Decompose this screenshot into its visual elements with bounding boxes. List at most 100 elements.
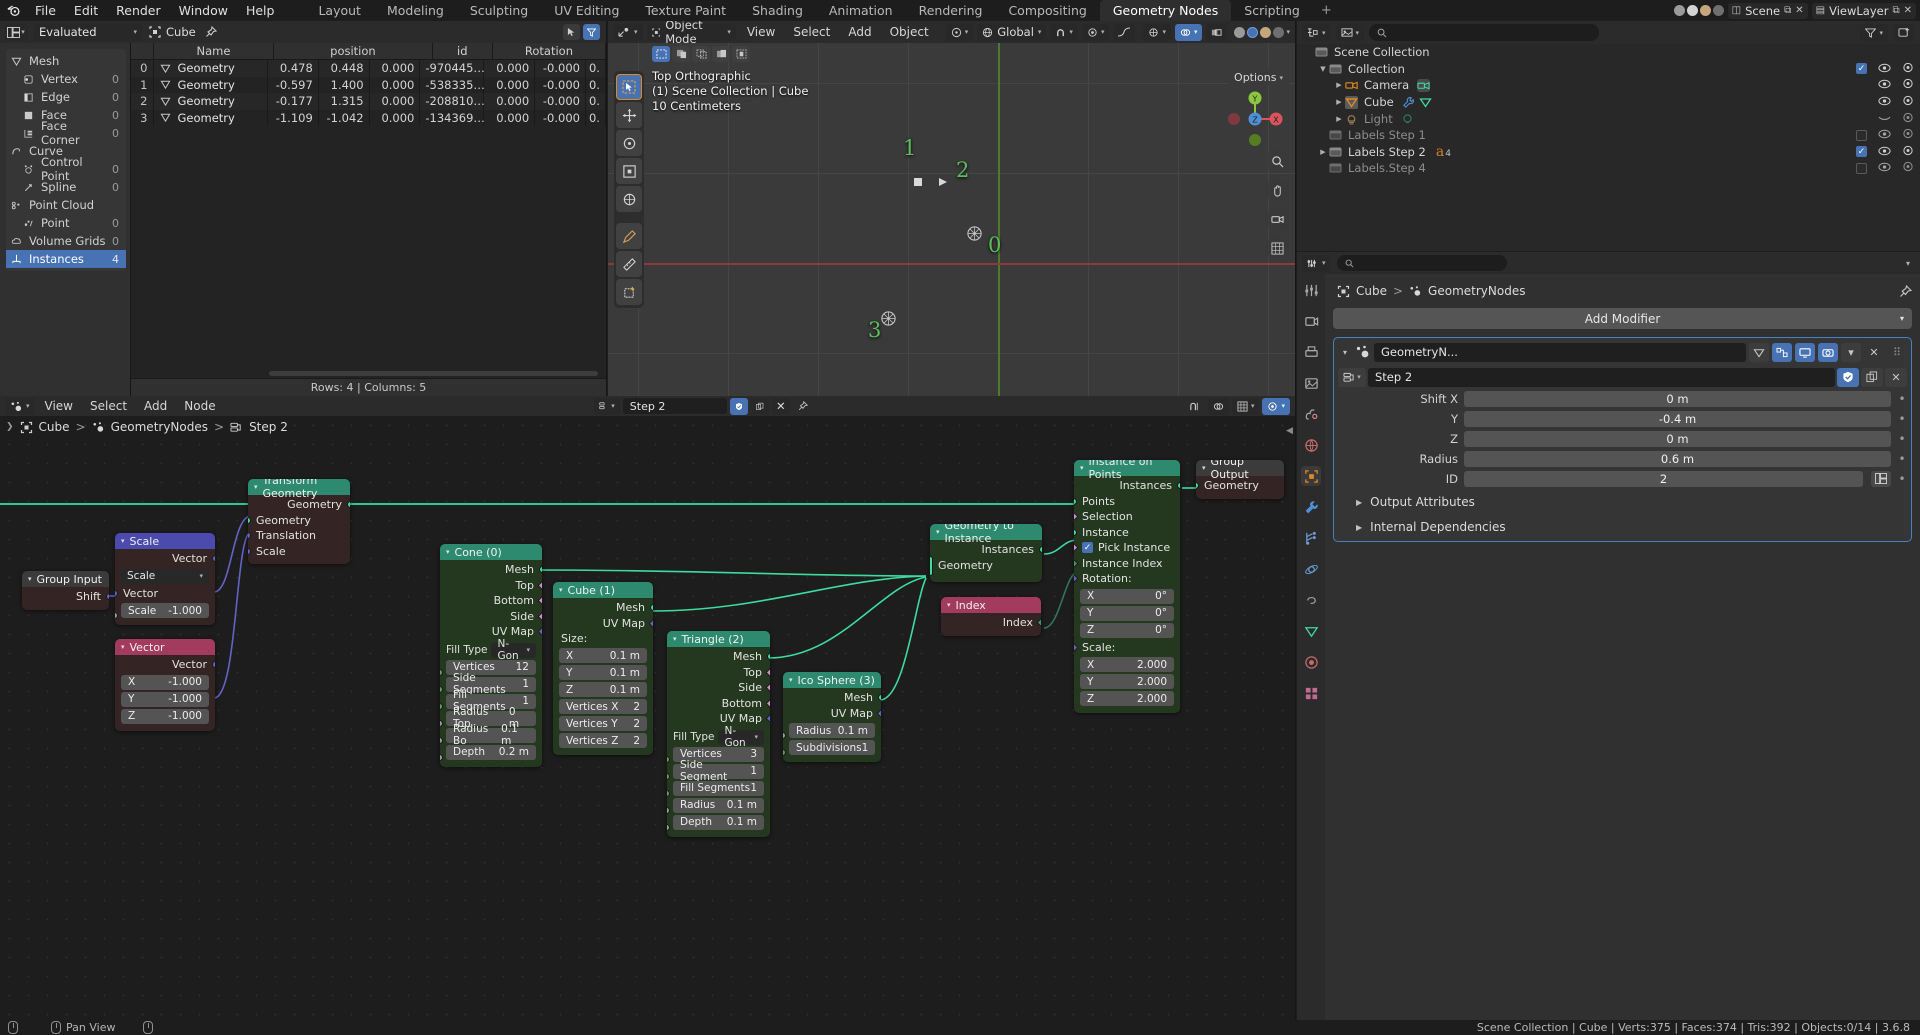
node-triangle[interactable]: ▾ Triangle (2) Mesh Top Side Bottom UV M… <box>667 631 770 837</box>
proportional-edit-icon[interactable]: ▾ <box>1081 23 1110 41</box>
node-input-pick-instance[interactable]: ✓ Pick Instance <box>1074 540 1180 556</box>
outliner-row-labels-step-2[interactable]: ▶ Labels Step 2 a 4 ✓ <box>1297 144 1920 161</box>
socket-instances[interactable] <box>1177 482 1180 489</box>
blender-logo-icon[interactable] <box>0 3 26 18</box>
render-engine-toggles[interactable] <box>1673 5 1724 16</box>
new-scene-icon[interactable]: ⧉ <box>1784 5 1791 16</box>
shading-rendered-icon[interactable] <box>1273 26 1285 38</box>
socket-uvmap[interactable] <box>537 626 542 637</box>
pin-icon[interactable] <box>1899 284 1912 298</box>
select-extend-icon[interactable] <box>672 46 690 62</box>
node-group-browse-icon[interactable]: ▾ <box>593 397 620 415</box>
node-menu-add[interactable]: Add <box>137 399 174 413</box>
node-group-browse-icon[interactable]: ▾ <box>1338 367 1366 387</box>
transform-orientation-dropdown[interactable]: Global ▾ <box>977 23 1047 41</box>
node-snapping-dropdown[interactable]: ▾ <box>1231 397 1260 415</box>
socket-fill-segments[interactable] <box>440 702 443 710</box>
table-row[interactable]: 1 Geometry -0.597 1.400 0.000 -538335… 0… <box>131 76 606 93</box>
node-ico-sphere[interactable]: ▾ Ico Sphere (3) Mesh UV Map Radius 0.1 m… <box>783 672 881 762</box>
section-internal-dependencies[interactable]: ▶ Internal Dependencies <box>1338 517 1907 537</box>
workspace-tab-geometry-nodes[interactable]: Geometry Nodes <box>1099 0 1232 21</box>
tool-scale[interactable] <box>616 158 642 184</box>
unlink-scene-icon[interactable]: ✕ <box>1795 5 1803 16</box>
node-collapse-icon[interactable]: ▾ <box>936 528 940 536</box>
workspace-tab-uv-editing[interactable]: UV Editing <box>541 0 632 21</box>
socket-vector-out[interactable] <box>212 661 215 668</box>
tab-object[interactable] <box>1301 466 1321 486</box>
node-field-size-z[interactable]: Z 0.1 m <box>559 682 647 697</box>
socket-geometry-out[interactable] <box>347 501 350 508</box>
socket-bottom[interactable] <box>537 595 542 606</box>
socket-shift[interactable] <box>106 593 109 600</box>
node-field-y[interactable]: Y -1.000 <box>121 691 209 707</box>
workspace-tab-sculpting[interactable]: Sculpting <box>457 0 541 21</box>
node-field-rotation-x[interactable]: X 0° <box>1080 588 1174 604</box>
node-collapse-icon[interactable]: ▾ <box>559 586 563 594</box>
node-header[interactable]: ▾ Triangle (2) <box>667 631 770 647</box>
socket-instances[interactable] <box>1039 546 1042 553</box>
node-scale[interactable]: ▾ Scale Vector Scale ▾ Vector Scale -1.0… <box>115 533 215 625</box>
node-field-radius-bottom[interactable]: Radius Bo 0.1 m <box>446 723 536 747</box>
node-header[interactable]: ▾ Ico Sphere (3) <box>783 672 881 688</box>
outliner-search-input[interactable] <box>1369 24 1600 41</box>
tab-scene[interactable] <box>1301 404 1321 424</box>
zoom-icon[interactable] <box>1265 149 1289 173</box>
node-field-size-x[interactable]: X 0.1 m <box>559 648 647 663</box>
node-header[interactable]: ▾ Geometry to Instance <box>930 524 1042 545</box>
workspace-tab-rendering[interactable]: Rendering <box>906 0 996 21</box>
viewport-shading-modes[interactable]: ▾ <box>1234 26 1290 38</box>
node-cube[interactable]: ▾ Cube (1) Mesh UV Map Size: X 0.1 m Y 0.1… <box>553 582 653 755</box>
falloff-curve-icon[interactable] <box>1113 23 1136 41</box>
select-invert-icon[interactable] <box>712 46 730 62</box>
collection-checkbox[interactable] <box>1856 162 1867 174</box>
node-collapse-icon[interactable]: ▾ <box>947 601 951 609</box>
camera-render-icon[interactable] <box>1902 128 1914 142</box>
menu-help[interactable]: Help <box>237 1 284 20</box>
animate-property-icon[interactable]: • <box>1897 452 1907 466</box>
collection-checkbox[interactable]: ✓ <box>1856 146 1867 158</box>
node-output-side[interactable]: Side <box>667 680 770 696</box>
shading-rendered-icon[interactable] <box>1712 5 1724 16</box>
node-collapse-icon[interactable]: ▾ <box>1080 464 1084 472</box>
collection-checkbox[interactable] <box>1856 129 1867 141</box>
node-canvas[interactable]: ▾ Group Input Shift ▾ Scale Vector Scale… <box>0 416 1295 1020</box>
workspace-tab-texture-paint[interactable]: Texture Paint <box>632 0 739 21</box>
spreadsheet-object[interactable]: Cube <box>148 25 196 39</box>
node-field-scale-z[interactable]: Z 2.000 <box>1080 691 1174 706</box>
node-output-mesh[interactable]: Mesh <box>553 600 653 616</box>
eye-icon[interactable] <box>1878 62 1891 76</box>
node-collapse-icon[interactable]: ▾ <box>121 643 125 651</box>
socket-top[interactable] <box>537 580 542 590</box>
node-fill-type-dropdown[interactable]: N-Gon ▾ <box>718 725 764 749</box>
mesh-data-icon[interactable] <box>1418 96 1432 109</box>
pin-icon[interactable] <box>205 26 218 39</box>
node-collapse-icon[interactable]: ▾ <box>446 548 450 556</box>
node-fill-type-dropdown[interactable]: N-Gon ▾ <box>491 638 536 662</box>
node-group-output[interactable]: ▾ Group Output Geometry <box>1196 460 1284 499</box>
domain-point[interactable]: Point 0 <box>6 214 126 232</box>
domain-edge[interactable]: Edge 0 <box>6 88 126 106</box>
node-output-bottom[interactable]: Bottom <box>440 593 542 609</box>
menu-render[interactable]: Render <box>107 1 170 20</box>
camera-render-icon[interactable] <box>1902 161 1914 175</box>
pan-hand-icon[interactable] <box>1265 178 1289 202</box>
domain-volume-grids[interactable]: Volume Grids 0 <box>6 232 126 250</box>
expand-triangle[interactable]: ▶ <box>1333 98 1345 106</box>
node-field-radius[interactable]: Radius 0.1 m <box>789 723 875 738</box>
shading-solid-icon[interactable] <box>1247 26 1259 38</box>
attribute-toggle-icon[interactable] <box>1871 470 1891 487</box>
tool-move[interactable] <box>616 102 642 128</box>
select-subtract-icon[interactable] <box>692 46 710 62</box>
breadcrumb-object-name[interactable]: Cube <box>1356 284 1387 298</box>
tab-modifiers[interactable] <box>1301 497 1321 517</box>
socket-fill-segments[interactable] <box>667 789 670 797</box>
modifier-editmode-toggle[interactable] <box>1772 342 1792 362</box>
outliner-display-mode[interactable]: ▾ <box>1335 24 1365 41</box>
tab-object-data[interactable] <box>1301 621 1321 641</box>
breadcrumb-modifier-name[interactable]: GeometryNodes <box>1428 284 1525 298</box>
node-operation-dropdown[interactable]: Scale ▾ <box>121 568 209 584</box>
node-field-vertices-x[interactable]: Vertices X 2 <box>559 699 647 714</box>
viewport-overlays-toggle[interactable]: ▾ <box>1174 23 1203 41</box>
node-group-name-field[interactable]: Step 2 <box>622 398 727 414</box>
socket-radius-top[interactable] <box>440 719 443 727</box>
